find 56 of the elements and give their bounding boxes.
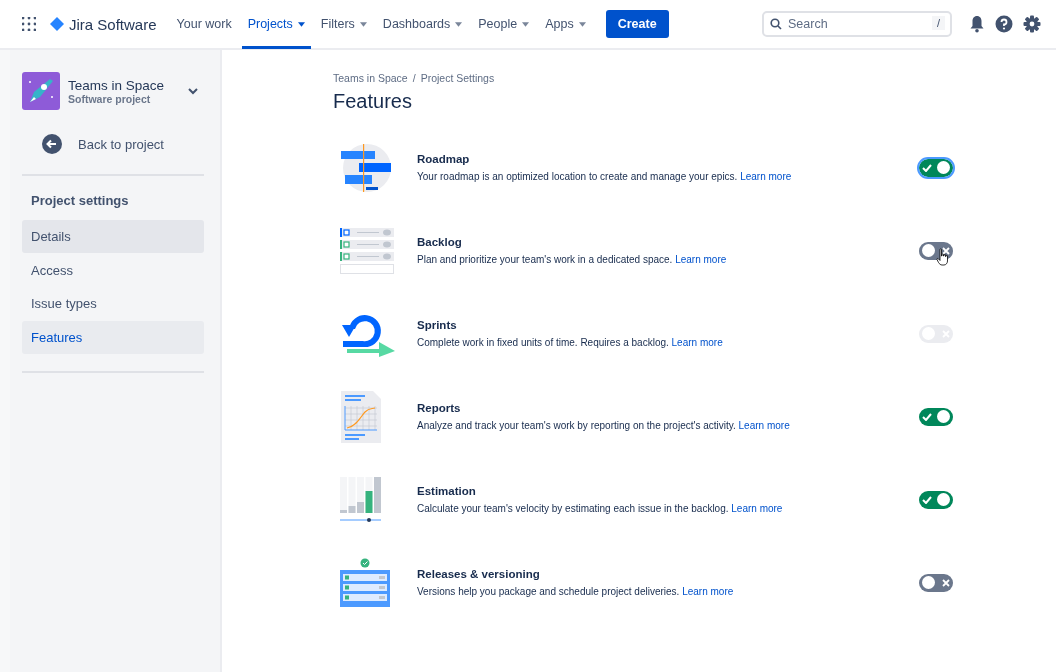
feature-description: Your roadmap is an optimized location to create and manage your epics. Learn more [417, 171, 793, 182]
toggle-switch[interactable] [919, 490, 953, 509]
backlog-list-illustration-icon [339, 225, 395, 276]
release-list-illustration-icon [339, 557, 391, 608]
help-icon[interactable] [995, 15, 1013, 33]
sidebar-item[interactable]: Details [22, 220, 204, 253]
learn-more-link[interactable]: Learn more [682, 586, 734, 597]
toggle-switch[interactable] [919, 407, 953, 426]
feature-description: Plan and prioritize your team's work in a dedicated space. Learn more [417, 254, 728, 265]
feature-description: Analyze and track your team's work by reporting on the project's activity. Learn more [417, 420, 791, 431]
bar-chart-illustration-icon [339, 475, 383, 524]
nav-tab[interactable]: Your work [170, 0, 238, 49]
feature-title: Releases & versioning [417, 568, 540, 580]
app-switcher-icon[interactable] [22, 17, 36, 31]
page-title: Features [333, 90, 413, 113]
breadcrumb-separator: / [412, 72, 416, 84]
learn-more-link[interactable]: Learn more [738, 420, 790, 431]
cross-icon [942, 578, 950, 587]
nav-tab[interactable]: People [472, 0, 536, 49]
toggle-switch[interactable] [919, 573, 953, 592]
sidebar-item[interactable]: Features [22, 320, 204, 354]
report-chart-illustration-icon [339, 389, 383, 444]
bell-icon[interactable] [969, 15, 985, 33]
feature-title: Reports [417, 402, 461, 414]
search-icon [770, 18, 782, 30]
breadcrumb-link[interactable]: Project Settings [420, 72, 495, 84]
nav-tab[interactable]: Apps [539, 0, 592, 49]
create-button[interactable]: Create [605, 10, 669, 38]
diamond-logo-icon [50, 17, 64, 31]
sidebar-item[interactable]: Issue types [22, 287, 204, 320]
rocket-avatar-icon [22, 72, 60, 110]
learn-more-link[interactable]: Learn more [740, 171, 792, 182]
section-title: Project settings [31, 193, 130, 208]
feature-description: Calculate your team's velocity by estimating each issue in the backlog. Learn more [417, 503, 784, 514]
feature-description: Complete work in fixed units of time. Requires a backlog. Learn more [417, 337, 724, 348]
learn-more-link[interactable]: Learn more [675, 254, 727, 265]
breadcrumb-link[interactable]: Teams in Space [333, 72, 408, 84]
project-name: Teams in Space [68, 77, 166, 93]
feature-title: Backlog [417, 236, 462, 248]
project-type: Software project [68, 92, 151, 105]
settings-icon[interactable] [1023, 15, 1041, 33]
nav-tab[interactable]: Dashboards [376, 0, 469, 49]
sidebar-item[interactable]: Access [22, 253, 204, 287]
learn-more-link[interactable]: Learn more [731, 503, 783, 514]
check-icon [922, 412, 932, 421]
feature-description: Versions help you package and schedule project deliveries. Learn more [417, 586, 735, 597]
back-to-project-link[interactable]: Back to project [42, 134, 164, 154]
check-icon [922, 163, 932, 172]
product-name[interactable]: Jira Software [69, 15, 157, 33]
check-icon [922, 495, 932, 504]
cross-icon [942, 246, 950, 255]
feature-title: Roadmap [417, 153, 470, 165]
feature-title: Sprints [417, 319, 457, 331]
feature-title: Estimation [417, 485, 476, 497]
chevron-down-icon[interactable] [188, 87, 198, 95]
nav-tab[interactable]: Filters [314, 0, 373, 49]
